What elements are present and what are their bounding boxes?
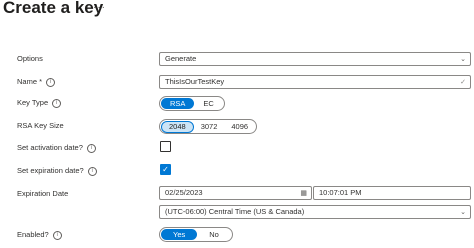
valid-check-icon: ✓ — [460, 78, 466, 86]
calendar-icon[interactable]: ▦ — [300, 187, 307, 199]
key-size-option-4096[interactable]: 4096 — [224, 121, 255, 132]
name-label: Name * i — [17, 77, 56, 87]
key-type-toggle[interactable]: RSA EC — [159, 96, 225, 111]
enabled-label: Enabled? i — [17, 230, 62, 240]
enabled-option-yes[interactable]: Yes — [161, 229, 198, 240]
chevron-down-icon: ⌄ — [460, 208, 466, 216]
name-label-text: Name * — [17, 77, 43, 86]
key-type-label: Key Type i — [17, 98, 62, 108]
info-icon[interactable]: i — [52, 231, 62, 240]
name-value: ThisIsOurTestKey — [165, 77, 225, 86]
options-dropdown[interactable]: Generate ⌄ — [159, 52, 471, 66]
key-type-label-text: Key Type — [17, 98, 49, 107]
activation-label-text: Set activation date? — [17, 143, 83, 152]
expiration-date-label: Expiration Date — [17, 189, 69, 198]
key-size-option-2048[interactable]: 2048 — [161, 120, 194, 133]
expiration-time-value: 10:07:01 PM — [319, 188, 362, 197]
activation-checkbox[interactable] — [160, 141, 171, 152]
info-icon[interactable]: i — [52, 99, 62, 108]
rsa-key-size-label: RSA Key Size — [17, 121, 64, 130]
expiration-date-input[interactable]: 02/25/2023 ▦ — [159, 186, 312, 200]
key-type-option-rsa[interactable]: RSA — [161, 98, 195, 109]
rsa-key-size-toggle[interactable]: 2048 3072 4096 — [159, 119, 258, 134]
timezone-value: (UTC-06:00) Central Time (US & Canada) — [165, 207, 305, 216]
page-title: Create a key — [3, 0, 104, 17]
options-label: Options — [17, 54, 43, 63]
info-icon[interactable]: i — [46, 78, 56, 87]
expiration-label: Set expiration date? i — [17, 166, 97, 176]
key-size-option-3072[interactable]: 3072 — [194, 121, 225, 132]
name-input[interactable]: ThisIsOurTestKey ✓ — [159, 75, 471, 89]
enabled-option-no[interactable]: No — [197, 229, 231, 240]
chevron-down-icon: ⌄ — [460, 55, 466, 63]
info-icon[interactable]: i — [87, 167, 97, 176]
expiration-time-input[interactable]: 10:07:01 PM — [313, 186, 471, 200]
activation-label: Set activation date? i — [17, 143, 96, 153]
expiration-checkbox[interactable]: ✓ — [160, 164, 171, 175]
options-value: Generate — [165, 54, 197, 63]
more-options-icon[interactable]: ··· — [93, 2, 106, 13]
enabled-label-text: Enabled? — [17, 230, 49, 239]
info-icon[interactable]: i — [86, 144, 96, 153]
timezone-dropdown[interactable]: (UTC-06:00) Central Time (US & Canada) ⌄ — [159, 205, 471, 219]
expiration-label-text: Set expiration date? — [17, 166, 84, 175]
key-type-option-ec[interactable]: EC — [194, 98, 222, 109]
expiration-date-value: 02/25/2023 — [165, 188, 203, 197]
enabled-toggle[interactable]: Yes No — [159, 227, 233, 242]
